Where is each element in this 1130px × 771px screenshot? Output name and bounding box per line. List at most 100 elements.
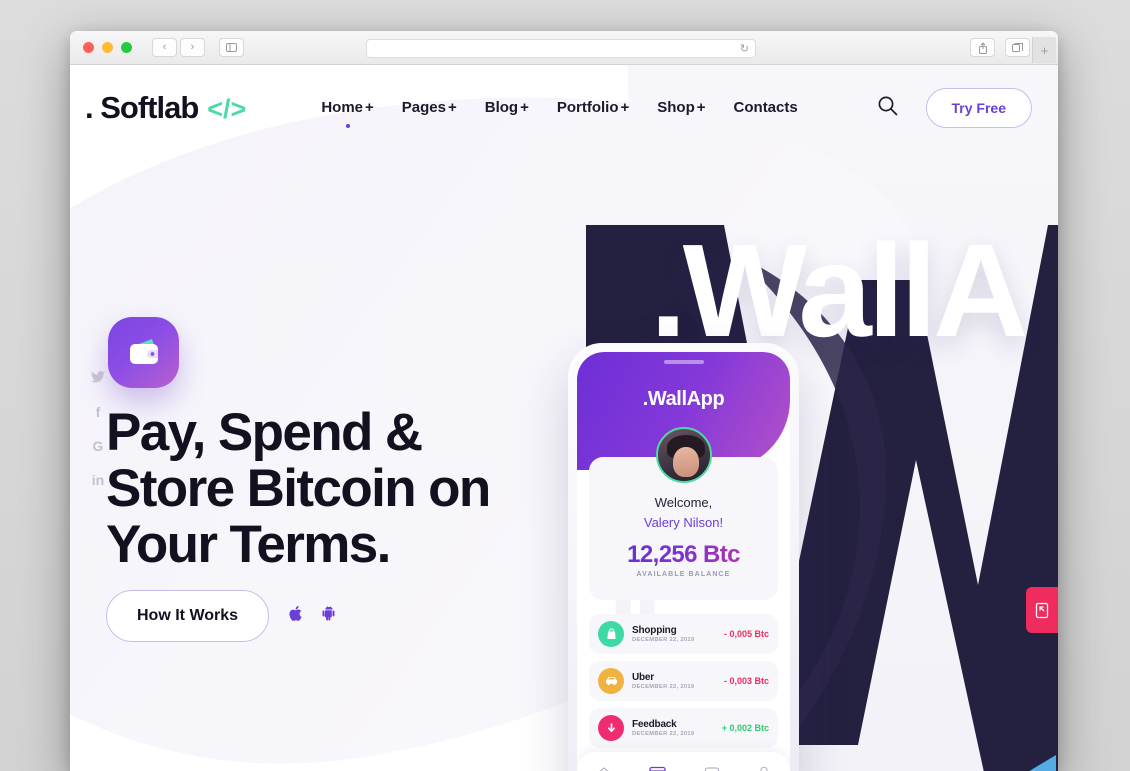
how-it-works-button[interactable]: How It Works xyxy=(106,590,270,642)
app-bottom-nav xyxy=(577,752,790,771)
chrome-right-buttons[interactable] xyxy=(970,38,1030,57)
transaction-list: Shopping DECEMBER 22, 2019 - 0,005 Btc U… xyxy=(589,614,778,748)
book-icon xyxy=(1035,602,1048,618)
transaction-info: Feedback DECEMBER 22, 2019 xyxy=(632,719,722,737)
nav-item-pages[interactable]: Pages + xyxy=(402,99,457,118)
transaction-amount: + 0,002 Btc xyxy=(721,723,769,733)
wallet-icon[interactable] xyxy=(704,766,720,771)
linkedin-icon[interactable]: in xyxy=(90,472,106,488)
nav-plus: + xyxy=(365,98,374,116)
sidebar-toggle-icon xyxy=(226,43,237,52)
transaction-date: DECEMBER 22, 2019 xyxy=(632,684,695,690)
hero-headline: Pay, Spend & Store Bitcoin on Your Terms… xyxy=(106,403,491,575)
share-icon xyxy=(978,41,987,54)
nav-item-portfolio[interactable]: Portfolio + xyxy=(557,99,629,118)
page-content: .WallA . Softlab </> Home + Pages + Blog… xyxy=(70,65,1058,771)
close-window-button[interactable] xyxy=(83,42,94,53)
headline-line-1: Pay, Spend & xyxy=(106,403,423,462)
window-traffic-lights[interactable] xyxy=(83,42,132,53)
facebook-icon[interactable]: f xyxy=(90,404,106,420)
address-bar[interactable]: ↻ xyxy=(366,39,756,58)
share-button[interactable] xyxy=(970,38,995,57)
avatar-face xyxy=(672,447,699,477)
search-icon xyxy=(878,96,897,116)
site-logo[interactable]: . Softlab </> xyxy=(85,90,246,126)
desktop-canvas: ‹ › ↻ + .WallA . Softlab </> Home + Page… xyxy=(0,0,1130,771)
nav-item-contacts[interactable]: Contacts xyxy=(734,99,798,118)
try-free-button[interactable]: Try Free xyxy=(925,88,1032,128)
headline-line-3: Your Terms. xyxy=(106,515,391,575)
maximize-window-button[interactable] xyxy=(121,42,132,53)
app-title: .WallApp xyxy=(642,388,725,410)
transaction-date: DECEMBER 22, 2019 xyxy=(632,637,695,643)
transaction-name: Uber xyxy=(632,672,654,683)
sidebar-toggle-button[interactable] xyxy=(219,38,244,57)
nav-plus: + xyxy=(447,98,457,116)
avatar[interactable] xyxy=(655,427,712,483)
home-icon[interactable] xyxy=(596,766,612,771)
social-links: f G in xyxy=(90,370,106,488)
nav-plus: + xyxy=(520,98,529,116)
back-button[interactable]: ‹ xyxy=(152,38,177,57)
logo-wordmark: . Softlab xyxy=(85,90,199,125)
phone-speaker xyxy=(663,360,704,364)
nav-label: Pages xyxy=(401,98,446,116)
transaction-amount: - 0,003 Btc xyxy=(723,676,769,686)
table-row[interactable]: Shopping DECEMBER 22, 2019 - 0,005 Btc xyxy=(589,614,778,654)
minimize-window-button[interactable] xyxy=(102,42,113,53)
phone-screen: ₿ .WallApp Welcome, Valery Nilson! 12,25… xyxy=(577,352,790,771)
welcome-text: Welcome, xyxy=(654,495,713,510)
nav-item-blog[interactable]: Blog + xyxy=(485,99,529,118)
transaction-amount: - 0,005 Btc xyxy=(723,629,769,639)
twitter-icon[interactable] xyxy=(90,370,106,386)
google-icon[interactable]: G xyxy=(90,438,106,454)
browser-window: ‹ › ↻ + .WallA . Softlab </> Home + Page… xyxy=(70,31,1058,771)
transaction-date: DECEMBER 22, 2019 xyxy=(632,731,695,737)
tab-overview-icon xyxy=(1012,43,1023,52)
side-tab-button[interactable] xyxy=(1026,587,1058,633)
arrow-down-icon xyxy=(598,715,624,741)
table-row[interactable]: Uber DECEMBER 22, 2019 - 0,003 Btc xyxy=(589,661,778,701)
nav-label: Shop xyxy=(657,98,695,116)
balance-label: AVAILABLE BALANCE xyxy=(636,571,731,578)
forward-button[interactable]: › xyxy=(180,38,205,57)
main-navigation: Home+ Pages+ Blog+ Portfolio+ Shop+ xyxy=(321,98,798,128)
new-tab-button[interactable]: + xyxy=(1032,37,1056,63)
username-text: Valery Nilson! xyxy=(643,515,724,530)
transaction-name: Shopping xyxy=(632,625,677,636)
android-icon[interactable] xyxy=(322,605,335,626)
nav-plus: + xyxy=(696,98,706,116)
apple-icon[interactable] xyxy=(289,605,302,626)
code-brackets-icon: </> xyxy=(207,94,247,124)
nav-label: Home xyxy=(321,98,364,116)
browser-nav-buttons[interactable]: ‹ › xyxy=(152,38,205,57)
site-header: . Softlab </> Home + Pages + Blog + Port… xyxy=(70,65,1058,151)
bag-icon xyxy=(598,621,624,647)
reload-icon[interactable]: ↻ xyxy=(740,42,749,55)
tab-overview-button[interactable] xyxy=(1005,38,1030,57)
balance-card: Welcome, Valery Nilson! 12,256 Btc AVAIL… xyxy=(589,427,778,600)
phone-mockup: ₿ .WallApp Welcome, Valery Nilson! 12,25… xyxy=(568,343,799,771)
headline-line-2: Store Bitcoin on xyxy=(106,459,491,519)
car-icon xyxy=(598,668,624,694)
balance-amount: 12,256 Btc xyxy=(589,541,778,569)
transaction-info: Uber DECEMBER 22, 2019 xyxy=(632,672,724,690)
wallet-icon xyxy=(129,338,158,364)
nav-plus: + xyxy=(620,98,630,116)
nav-label: Portfolio xyxy=(556,98,619,116)
nav-item-shop[interactable]: Shop + xyxy=(657,99,705,118)
header-actions: Try Free xyxy=(877,88,1032,128)
profile-icon[interactable] xyxy=(757,766,771,771)
nav-item-home[interactable]: Home + xyxy=(321,98,374,128)
wallet-app-icon xyxy=(108,317,179,388)
transaction-info: Shopping DECEMBER 22, 2019 xyxy=(632,625,724,643)
card-icon[interactable] xyxy=(649,766,666,771)
browser-chrome: ‹ › ↻ + xyxy=(70,31,1058,65)
search-button[interactable] xyxy=(877,95,898,121)
nav-label: Contacts xyxy=(733,98,798,116)
nav-active-dot xyxy=(345,123,350,128)
hero-cta-row: How It Works xyxy=(106,590,335,642)
transaction-name: Feedback xyxy=(632,719,677,730)
table-row[interactable]: Feedback DECEMBER 22, 2019 + 0,002 Btc xyxy=(589,708,778,748)
nav-label: Blog xyxy=(484,98,519,116)
